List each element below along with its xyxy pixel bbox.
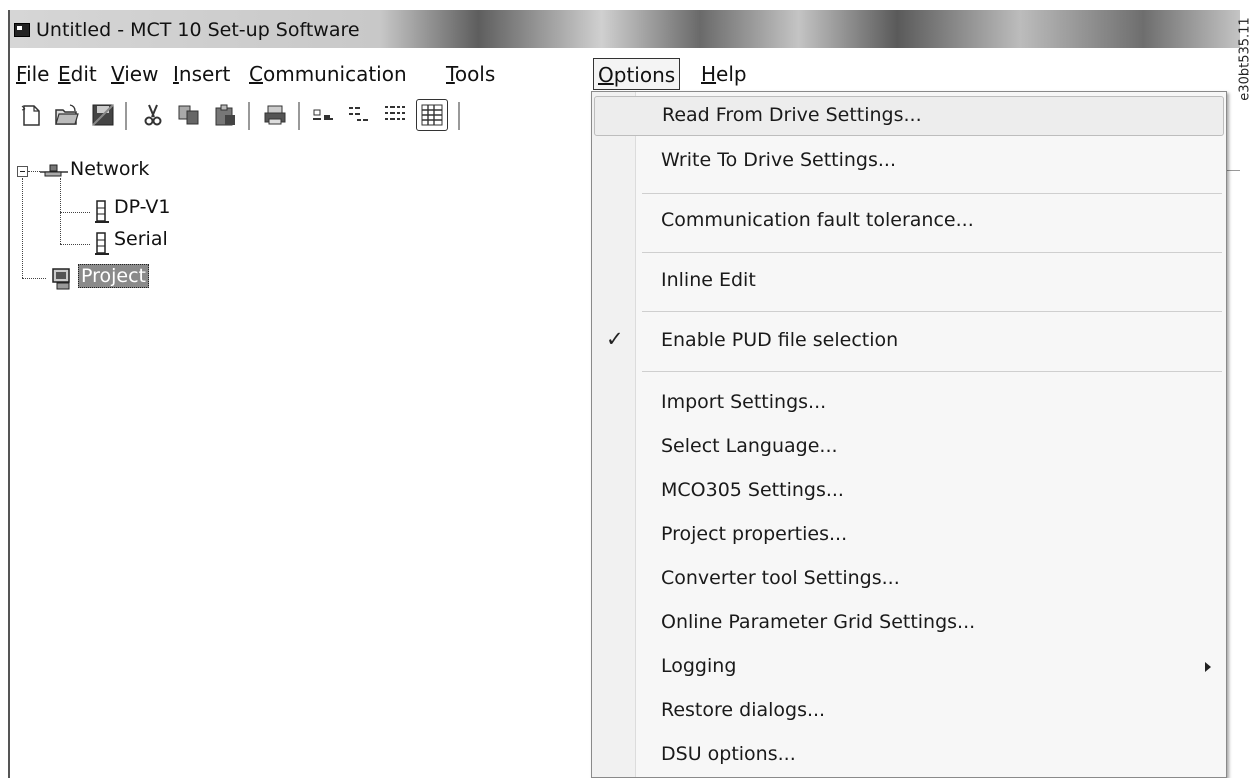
toolbar [10, 94, 600, 140]
menu-item-project-properties[interactable]: Project properties... [594, 516, 1224, 556]
collapse-toggle[interactable] [17, 166, 28, 177]
title-bar[interactable]: Untitled - MCT 10 Set-up Software [10, 10, 1240, 48]
menu-view[interactable]: View [107, 58, 162, 90]
tree-connector [22, 178, 23, 278]
menu-file[interactable]: File [12, 58, 53, 90]
menu-communication-mnemonic: C [249, 62, 263, 86]
menu-edit[interactable]: Edit [54, 58, 101, 90]
menu-communication[interactable]: Communication [245, 58, 411, 90]
tree-connector [28, 171, 40, 172]
menu-insert[interactable]: Insert [169, 58, 234, 90]
menu-edit-mnemonic: E [58, 62, 71, 86]
menu-separator [642, 193, 1222, 194]
menu-item-comm-fault-tolerance[interactable]: Communication fault tolerance... [594, 202, 1224, 242]
menu-item-label: Restore dialogs... [661, 699, 826, 721]
paste-icon[interactable] [212, 102, 238, 128]
save-icon[interactable] [90, 102, 116, 128]
bus-icon [94, 232, 110, 260]
checkmark-icon: ✓ [606, 327, 624, 351]
tree-node-project[interactable]: Project [78, 264, 150, 288]
menu-item-import-settings[interactable]: Import Settings... [594, 384, 1224, 424]
menu-item-label: Read From Drive Settings... [662, 104, 922, 126]
menu-item-restore-dialogs[interactable]: Restore dialogs... [594, 692, 1224, 732]
menu-item-label: Inline Edit [661, 269, 756, 291]
menu-item-label: Import Settings... [661, 391, 827, 413]
menu-options-mnemonic: O [598, 63, 614, 87]
menu-tools-label: ools [454, 62, 496, 86]
menu-tools-mnemonic: T [446, 62, 455, 86]
panel-divider [1225, 170, 1240, 171]
menu-bar: File Edit View Insert Communication Tool… [10, 56, 1240, 92]
menu-item-online-parameter-grid[interactable]: Online Parameter Grid Settings... [594, 604, 1224, 644]
menu-item-label: Communication fault tolerance... [661, 209, 974, 231]
window-title: Untitled - MCT 10 Set-up Software [36, 19, 360, 41]
network-tree: Network DP-V1 Serial Project [10, 150, 590, 450]
details-icon[interactable] [416, 99, 448, 131]
menu-item-write-to-drive[interactable]: Write To Drive Settings... [594, 142, 1224, 182]
open-icon[interactable] [54, 102, 80, 128]
tree-connector [60, 212, 90, 213]
figure-id-label: e30bt535.11 [1237, 17, 1253, 101]
menu-tools[interactable]: Tools [442, 58, 499, 90]
large-icons-icon[interactable] [310, 102, 336, 128]
menu-options[interactable]: Options [593, 58, 681, 90]
list-icon[interactable] [382, 102, 408, 128]
toolbar-separator [298, 102, 300, 130]
cut-icon[interactable] [140, 102, 166, 128]
menu-item-dsu-options[interactable]: DSU options... [594, 736, 1224, 776]
figure-id: e30bt535.11 [1234, 4, 1256, 114]
menu-help-label: elp [716, 62, 747, 86]
menu-item-label: Select Language... [661, 435, 838, 457]
toolbar-separator [125, 102, 127, 130]
tree-node-serial[interactable]: Serial [114, 228, 168, 250]
menu-item-converter-tool-settings[interactable]: Converter tool Settings... [594, 560, 1224, 600]
menu-item-inline-edit[interactable]: Inline Edit [594, 262, 1224, 302]
project-icon [50, 267, 74, 295]
menu-item-mco305-settings[interactable]: MCO305 Settings... [594, 472, 1224, 512]
menu-item-read-from-drive[interactable]: Read From Drive Settings... [594, 96, 1224, 136]
menu-item-label: Logging [661, 655, 737, 677]
small-icons-icon[interactable] [346, 102, 372, 128]
network-icon [40, 162, 68, 184]
menu-help[interactable]: Help [697, 58, 751, 90]
menu-item-label: Project properties... [661, 523, 848, 545]
tree-node-network[interactable]: Network [70, 158, 149, 180]
submenu-arrow-icon [1205, 662, 1211, 672]
menu-item-label: DSU options... [661, 743, 796, 765]
print-icon[interactable] [262, 102, 288, 128]
toolbar-separator [458, 102, 460, 130]
tree-node-dp-v1[interactable]: DP-V1 [114, 196, 171, 218]
options-menu: Read From Drive Settings... Write To Dri… [591, 91, 1227, 778]
menu-item-label: Online Parameter Grid Settings... [661, 611, 976, 633]
tree-connector [60, 244, 90, 245]
menu-view-label: iew [124, 62, 159, 86]
tree-connector [22, 278, 46, 279]
menu-file-mnemonic: F [16, 62, 27, 86]
menu-item-label: Converter tool Settings... [661, 567, 900, 589]
menu-file-label: ile [26, 62, 50, 86]
menu-item-label: Enable PUD file selection [661, 329, 899, 351]
menu-options-label: ptions [613, 63, 676, 87]
menu-separator [642, 311, 1222, 312]
menu-item-select-language[interactable]: Select Language... [594, 428, 1224, 468]
menu-communication-label: ommunication [262, 62, 407, 86]
menu-item-enable-pud[interactable]: ✓ Enable PUD file selection [594, 322, 1224, 362]
menu-item-label: Write To Drive Settings... [661, 149, 896, 171]
copy-icon[interactable] [176, 102, 202, 128]
menu-item-logging[interactable]: Logging [594, 648, 1224, 688]
new-icon[interactable] [18, 102, 44, 128]
toolbar-separator [248, 102, 250, 130]
menu-edit-label: dit [70, 62, 97, 86]
app-icon [14, 23, 30, 37]
menu-view-mnemonic: V [111, 62, 125, 86]
menu-help-mnemonic: H [701, 62, 717, 86]
menu-separator [642, 252, 1222, 253]
tree-connector [60, 178, 61, 244]
menu-item-label: MCO305 Settings... [661, 479, 844, 501]
menu-insert-label: nsert [178, 62, 231, 86]
bus-icon [94, 200, 110, 228]
menu-separator [642, 371, 1222, 372]
